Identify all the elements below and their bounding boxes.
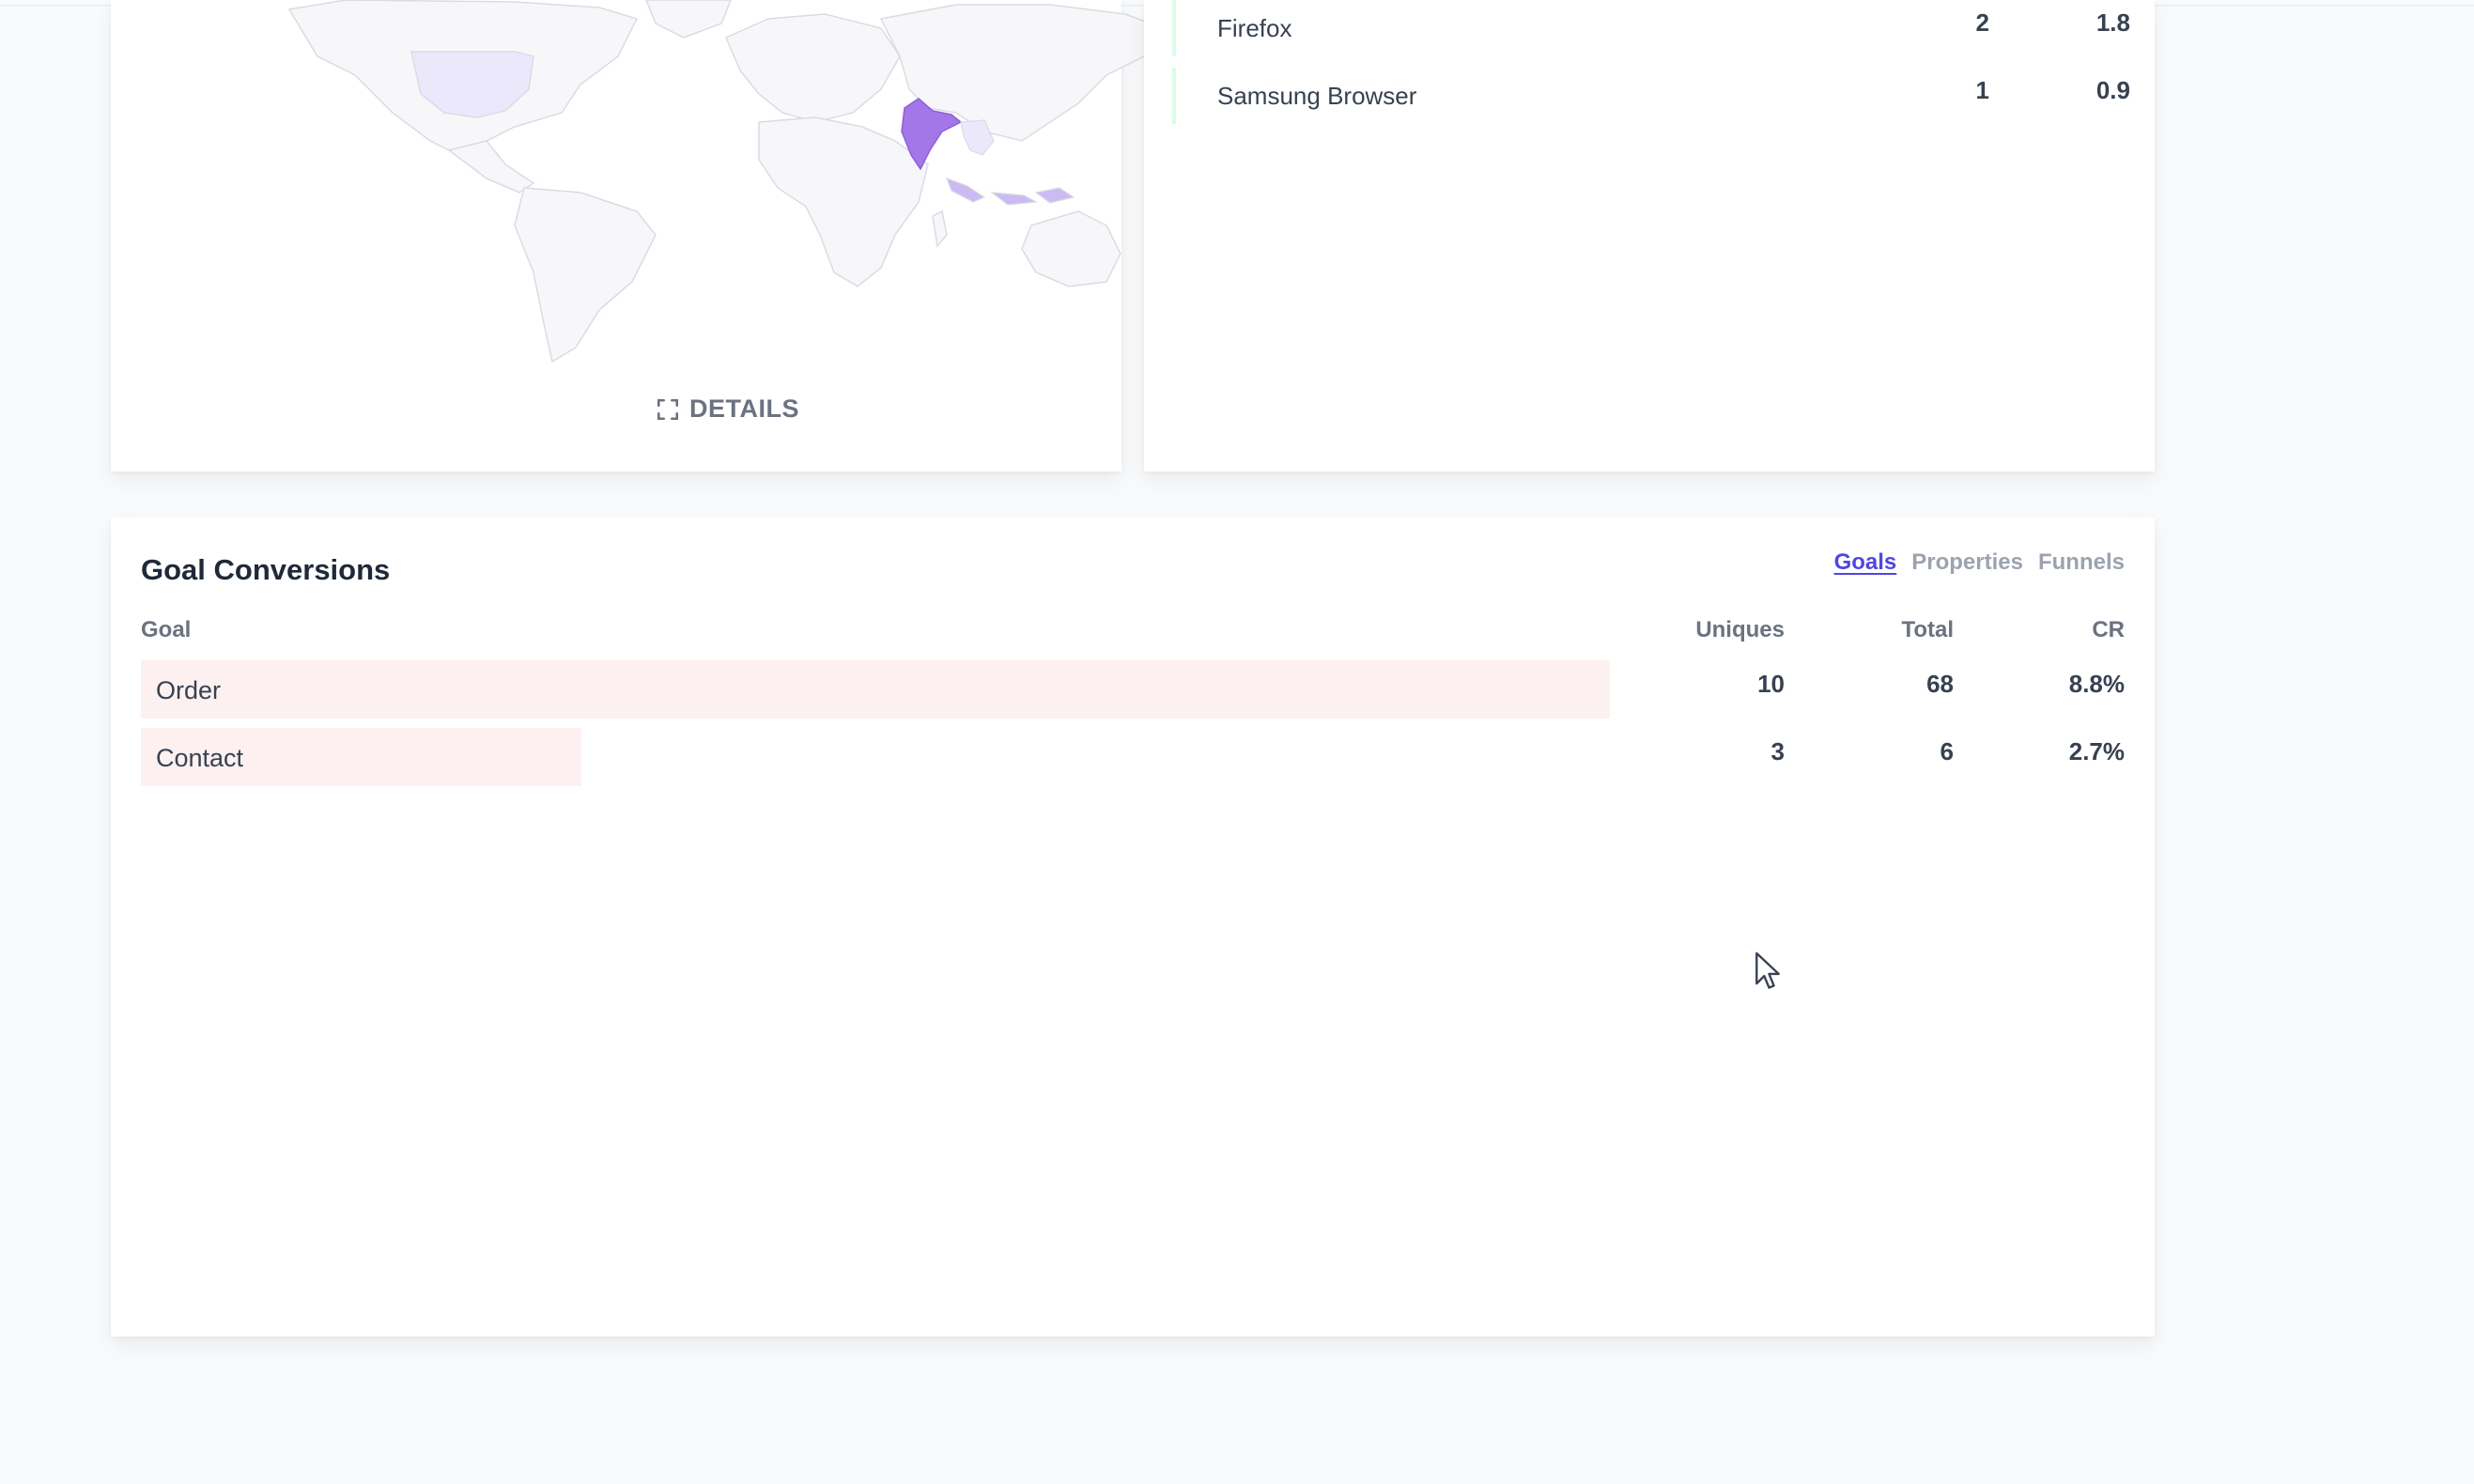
goal-bar (141, 660, 1610, 719)
goal-tabs: Goals Properties Funnels (1834, 549, 2125, 576)
tab-properties[interactable]: Properties (1911, 549, 2023, 576)
map-central-america (447, 140, 535, 193)
map-madagascar (932, 209, 948, 248)
goal-conversions-title: Goal Conversions (141, 553, 391, 586)
goal-conversions-card: Goal Conversions Goals Properties Funnel… (111, 518, 2155, 1337)
browser-name: Samsung Browser (1217, 82, 1417, 110)
browsers-card: Firefox 2 1.8 Samsung Browser 1 0.9 (1144, 0, 2155, 471)
goal-total: 68 (1926, 670, 1954, 698)
world-map[interactable] (205, 0, 1182, 366)
goal-total: 6 (1940, 737, 1954, 765)
tab-goals[interactable]: Goals (1834, 549, 1897, 576)
column-header-goal: Goal (141, 617, 192, 642)
details-button[interactable]: DETAILS (656, 394, 799, 424)
countries-map-card: DETAILS (111, 0, 1165, 471)
browser-row[interactable]: Samsung Browser 1 0.9 (1172, 68, 2130, 124)
goal-row[interactable]: Order 10 68 8.8% (141, 660, 2125, 719)
browser-row[interactable]: Firefox 2 1.8 (1172, 0, 2130, 56)
column-header-cr[interactable]: CR (2092, 617, 2125, 643)
mouse-cursor-icon (1755, 951, 1780, 989)
browser-bar (1172, 0, 1176, 56)
goal-row[interactable]: Contact 3 6 2.7% (141, 728, 2125, 786)
map-south-america (514, 187, 657, 363)
tab-funnels[interactable]: Funnels (2038, 549, 2125, 576)
browser-visitors: 1 (1975, 76, 1989, 104)
browser-visitors: 2 (1975, 8, 1989, 37)
column-header-uniques[interactable]: Uniques (1695, 617, 1785, 643)
details-label: DETAILS (689, 394, 799, 423)
map-greenland (645, 0, 732, 39)
goal-uniques: 10 (1757, 670, 1785, 698)
browser-name: Firefox (1217, 14, 1292, 42)
goal-name: Order (156, 676, 222, 704)
goal-cr: 8.8% (2068, 670, 2125, 698)
map-africa (758, 116, 929, 287)
browser-percentage: 1.8 (2095, 8, 2130, 37)
goal-name: Contact (156, 744, 244, 772)
map-europe (725, 13, 901, 123)
page: DETAILS Firefox 2 1.8 Samsung Browser 1 … (0, 0, 2474, 1484)
browser-percentage: 0.9 (2095, 76, 2130, 104)
column-header-total[interactable]: Total (1901, 617, 1954, 643)
goal-uniques: 3 (1770, 737, 1785, 765)
map-indonesia (945, 177, 1075, 206)
goal-cr: 2.7% (2068, 737, 2125, 765)
browser-bar (1172, 68, 1176, 124)
expand-icon (657, 398, 679, 420)
map-australia (1021, 210, 1121, 287)
